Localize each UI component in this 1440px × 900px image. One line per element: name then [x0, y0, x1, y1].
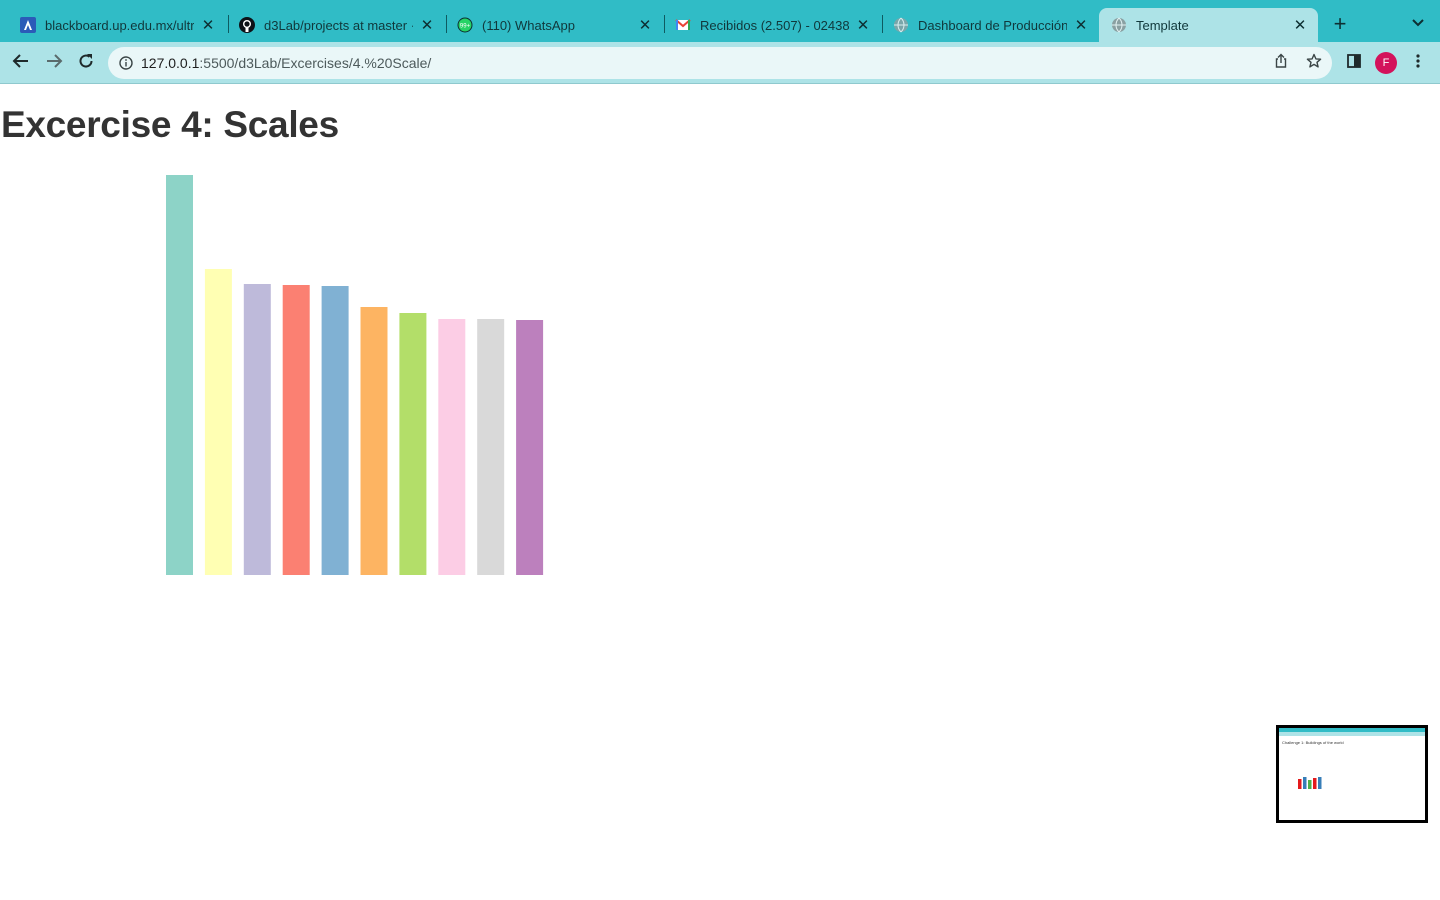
chart-bar	[399, 313, 427, 575]
chart-bar	[282, 285, 310, 575]
pip-chart-bar	[1313, 778, 1317, 789]
picture-in-picture-preview[interactable]: Challenge 1: Buildings of the world	[1276, 725, 1428, 823]
kebab-menu-icon	[1410, 53, 1426, 74]
close-tab-icon[interactable]: ✕	[1073, 17, 1089, 34]
tab-title: Recibidos (2.507) - 024380	[700, 17, 849, 33]
url-host: 127.0.0.1	[141, 55, 200, 71]
tab-template[interactable]: Template ✕	[1099, 8, 1318, 42]
share-icon	[1273, 53, 1289, 74]
chart-bar	[321, 286, 349, 575]
chart-bar	[516, 320, 544, 575]
tab-title: Template	[1136, 17, 1189, 33]
whatsapp-icon: 99+	[457, 17, 473, 33]
share-button[interactable]	[1268, 50, 1294, 76]
globe-icon	[1111, 17, 1127, 33]
pip-bar-chart	[1298, 777, 1322, 789]
tab-title: (110) WhatsApp	[482, 17, 575, 33]
address-bar[interactable]: 127.0.0.1 :5500/d3Lab/Excercises/4.%20Sc…	[108, 47, 1332, 79]
chart-bar	[477, 319, 505, 575]
reload-button[interactable]	[73, 50, 99, 76]
pip-chart-bar	[1318, 777, 1322, 789]
gmail-icon	[675, 17, 691, 33]
close-tab-icon[interactable]: ✕	[637, 17, 653, 34]
browser-menu-button[interactable]	[1405, 50, 1431, 76]
close-tab-icon[interactable]: ✕	[855, 17, 871, 34]
chart-bar	[204, 269, 232, 575]
page-title: Excercise 4: Scales	[1, 104, 339, 145]
globe-icon	[893, 17, 909, 33]
new-tab-button[interactable]: +	[1328, 11, 1352, 36]
blackboard-icon	[20, 17, 36, 33]
tab-search-button[interactable]	[1406, 12, 1430, 36]
github-icon	[239, 17, 255, 33]
chart-bar	[360, 307, 388, 575]
pip-toolbar	[1279, 732, 1425, 736]
close-tab-icon[interactable]: ✕	[419, 17, 435, 34]
close-tab-icon[interactable]: ✕	[1292, 17, 1308, 34]
chevron-down-icon	[1411, 15, 1425, 34]
profile-avatar[interactable]: F	[1375, 52, 1397, 74]
side-panel-button[interactable]	[1341, 50, 1367, 76]
site-info-icon[interactable]	[119, 56, 133, 70]
chart-bar	[438, 319, 466, 575]
tab-title: Dashboard de Producción	[918, 17, 1067, 33]
browser-toolbar: 127.0.0.1 :5500/d3Lab/Excercises/4.%20Sc…	[0, 42, 1440, 84]
tab-github[interactable]: d3Lab/projects at master · ✕	[227, 8, 445, 42]
side-panel-icon	[1346, 53, 1362, 74]
back-button[interactable]	[8, 50, 34, 76]
chart-bar	[243, 284, 271, 575]
pip-chart-bar	[1298, 779, 1302, 789]
reload-icon	[77, 52, 95, 75]
tab-blackboard[interactable]: blackboard.up.edu.mx/ultra ✕	[8, 8, 226, 42]
star-icon	[1306, 53, 1322, 74]
forward-arrow-icon	[45, 52, 63, 75]
pip-chart-bar	[1308, 780, 1312, 789]
tab-dashboard[interactable]: Dashboard de Producción ✕	[881, 8, 1099, 42]
tab-whatsapp[interactable]: 99+ (110) WhatsApp ✕	[445, 8, 663, 42]
pip-chart-bar	[1303, 777, 1307, 789]
back-arrow-icon	[12, 52, 30, 75]
pip-title: Challenge 1: Buildings of the world	[1282, 740, 1344, 745]
page-content: Excercise 4: Scales	[0, 85, 1440, 900]
svg-text:99+: 99+	[460, 24, 471, 30]
bar-chart	[166, 175, 544, 575]
close-tab-icon[interactable]: ✕	[200, 17, 216, 34]
tab-strip: blackboard.up.edu.mx/ultra ✕ d3Lab/proje…	[0, 0, 1440, 42]
chart-bar	[166, 175, 193, 575]
tab-title: blackboard.up.edu.mx/ultra	[45, 17, 194, 33]
tab-title: d3Lab/projects at master ·	[264, 17, 413, 33]
url-path: :5500/d3Lab/Excercises/4.%20Scale/	[199, 55, 432, 71]
tab-gmail[interactable]: Recibidos (2.507) - 024380 ✕	[663, 8, 881, 42]
bookmark-button[interactable]	[1301, 50, 1327, 76]
forward-button[interactable]	[41, 50, 67, 76]
